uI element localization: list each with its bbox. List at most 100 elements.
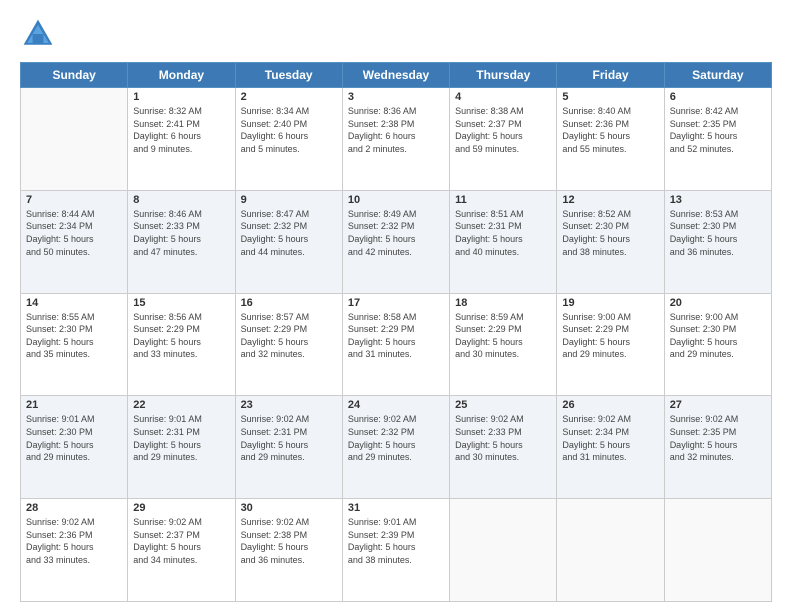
day-number: 21 (26, 399, 122, 411)
day-info: Sunrise: 9:02 AM Sunset: 2:31 PM Dayligh… (241, 413, 337, 463)
weekday-header-wednesday: Wednesday (342, 63, 449, 88)
weekday-header-tuesday: Tuesday (235, 63, 342, 88)
calendar-cell: 15 Sunrise: 8:56 AM Sunset: 2:29 PM Dayli… (128, 293, 235, 396)
day-info: Sunrise: 8:46 AM Sunset: 2:33 PM Dayligh… (133, 208, 229, 258)
day-info: Sunrise: 9:02 AM Sunset: 2:35 PM Dayligh… (670, 413, 766, 463)
day-info: Sunrise: 8:40 AM Sunset: 2:36 PM Dayligh… (562, 105, 658, 155)
calendar-cell: 25Sunrise: 9:02 AM Sunset: 2:33 PM Dayli… (450, 396, 557, 499)
day-info: Sunrise: 8:38 AM Sunset: 2:37 PM Dayligh… (455, 105, 551, 155)
day-info: Sunrise: 9:02 AM Sunset: 2:34 PM Dayligh… (562, 413, 658, 463)
logo-icon (20, 16, 56, 52)
calendar-table: SundayMondayTuesdayWednesdayThursdayFrid… (20, 62, 772, 602)
day-number: 8 (133, 194, 229, 206)
day-number: 14 (26, 297, 122, 309)
calendar-cell: 17 Sunrise: 8:58 AM Sunset: 2:29 PM Dayli… (342, 293, 449, 396)
day-info: Sunrise: 8:49 AM Sunset: 2:32 PM Dayligh… (348, 208, 444, 258)
day-info: Sunrise: 9:02 AM Sunset: 2:37 PM Dayligh… (133, 516, 229, 566)
weekday-header-monday: Monday (128, 63, 235, 88)
day-info: Sunrise: 8:58 AM Sunset: 2:29 PM Dayligh… (348, 311, 444, 361)
calendar-cell: 14 Sunrise: 8:55 AM Sunset: 2:30 PM Dayli… (21, 293, 128, 396)
day-info: Sunrise: 9:02 AM Sunset: 2:36 PM Dayligh… (26, 516, 122, 566)
day-info: Sunrise: 8:53 AM Sunset: 2:30 PM Dayligh… (670, 208, 766, 258)
weekday-header-row: SundayMondayTuesdayWednesdayThursdayFrid… (21, 63, 772, 88)
day-info: Sunrise: 9:01 AM Sunset: 2:39 PM Dayligh… (348, 516, 444, 566)
week-row-3: 14 Sunrise: 8:55 AM Sunset: 2:30 PM Dayli… (21, 293, 772, 396)
day-info: Sunrise: 8:52 AM Sunset: 2:30 PM Dayligh… (562, 208, 658, 258)
calendar-cell: 27 Sunrise: 9:02 AM Sunset: 2:35 PM Dayli… (664, 396, 771, 499)
calendar-cell: 6 Sunrise: 8:42 AM Sunset: 2:35 PM Daylig… (664, 88, 771, 191)
calendar-cell: 22Sunrise: 9:01 AM Sunset: 2:31 PM Dayli… (128, 396, 235, 499)
day-number: 16 (241, 297, 337, 309)
weekday-header-sunday: Sunday (21, 63, 128, 88)
day-info: Sunrise: 9:01 AM Sunset: 2:30 PM Dayligh… (26, 413, 122, 463)
day-info: Sunrise: 8:59 AM Sunset: 2:29 PM Dayligh… (455, 311, 551, 361)
day-number: 12 (562, 194, 658, 206)
calendar-cell (21, 88, 128, 191)
day-info: Sunrise: 8:56 AM Sunset: 2:29 PM Dayligh… (133, 311, 229, 361)
day-info: Sunrise: 8:36 AM Sunset: 2:38 PM Dayligh… (348, 105, 444, 155)
calendar-cell: 8 Sunrise: 8:46 AM Sunset: 2:33 PM Daylig… (128, 190, 235, 293)
day-info: Sunrise: 8:55 AM Sunset: 2:30 PM Dayligh… (26, 311, 122, 361)
header (20, 16, 772, 52)
day-info: Sunrise: 8:51 AM Sunset: 2:31 PM Dayligh… (455, 208, 551, 258)
day-number: 18 (455, 297, 551, 309)
day-info: Sunrise: 8:47 AM Sunset: 2:32 PM Dayligh… (241, 208, 337, 258)
day-info: Sunrise: 8:44 AM Sunset: 2:34 PM Dayligh… (26, 208, 122, 258)
day-number: 29 (133, 502, 229, 514)
logo (20, 16, 60, 52)
calendar-cell: 18 Sunrise: 8:59 AM Sunset: 2:29 PM Dayli… (450, 293, 557, 396)
day-info: Sunrise: 8:34 AM Sunset: 2:40 PM Dayligh… (241, 105, 337, 155)
day-number: 19 (562, 297, 658, 309)
day-number: 13 (670, 194, 766, 206)
day-info: Sunrise: 9:02 AM Sunset: 2:32 PM Dayligh… (348, 413, 444, 463)
day-number: 17 (348, 297, 444, 309)
day-number: 30 (241, 502, 337, 514)
calendar-cell: 20 Sunrise: 9:00 AM Sunset: 2:30 PM Dayli… (664, 293, 771, 396)
page: SundayMondayTuesdayWednesdayThursdayFrid… (0, 0, 792, 612)
day-info: Sunrise: 9:02 AM Sunset: 2:38 PM Dayligh… (241, 516, 337, 566)
day-number: 6 (670, 91, 766, 103)
calendar-cell: 7Sunrise: 8:44 AM Sunset: 2:34 PM Daylig… (21, 190, 128, 293)
day-info: Sunrise: 8:42 AM Sunset: 2:35 PM Dayligh… (670, 105, 766, 155)
calendar-cell: 5 Sunrise: 8:40 AM Sunset: 2:36 PM Daylig… (557, 88, 664, 191)
day-number: 28 (26, 502, 122, 514)
day-number: 5 (562, 91, 658, 103)
weekday-header-saturday: Saturday (664, 63, 771, 88)
calendar-cell: 24Sunrise: 9:02 AM Sunset: 2:32 PM Dayli… (342, 396, 449, 499)
calendar-cell: 1 Sunrise: 8:32 AM Sunset: 2:41 PM Daylig… (128, 88, 235, 191)
weekday-header-friday: Friday (557, 63, 664, 88)
calendar-cell: 21 Sunrise: 9:01 AM Sunset: 2:30 PM Dayli… (21, 396, 128, 499)
day-number: 15 (133, 297, 229, 309)
day-info: Sunrise: 9:00 AM Sunset: 2:29 PM Dayligh… (562, 311, 658, 361)
calendar-cell: 23 Sunrise: 9:02 AM Sunset: 2:31 PM Dayli… (235, 396, 342, 499)
calendar-cell (450, 499, 557, 602)
day-info: Sunrise: 9:00 AM Sunset: 2:30 PM Dayligh… (670, 311, 766, 361)
calendar-cell (664, 499, 771, 602)
day-number: 9 (241, 194, 337, 206)
calendar-cell: 16 Sunrise: 8:57 AM Sunset: 2:29 PM Dayli… (235, 293, 342, 396)
day-number: 22 (133, 399, 229, 411)
calendar-cell: 31 Sunrise: 9:01 AM Sunset: 2:39 PM Dayli… (342, 499, 449, 602)
day-number: 23 (241, 399, 337, 411)
week-row-1: 1 Sunrise: 8:32 AM Sunset: 2:41 PM Daylig… (21, 88, 772, 191)
week-row-2: 7Sunrise: 8:44 AM Sunset: 2:34 PM Daylig… (21, 190, 772, 293)
day-info: Sunrise: 8:57 AM Sunset: 2:29 PM Dayligh… (241, 311, 337, 361)
day-number: 26 (562, 399, 658, 411)
calendar-cell: 19 Sunrise: 9:00 AM Sunset: 2:29 PM Dayli… (557, 293, 664, 396)
day-number: 20 (670, 297, 766, 309)
day-info: Sunrise: 8:32 AM Sunset: 2:41 PM Dayligh… (133, 105, 229, 155)
calendar-cell: 3Sunrise: 8:36 AM Sunset: 2:38 PM Daylig… (342, 88, 449, 191)
calendar-cell: 30 Sunrise: 9:02 AM Sunset: 2:38 PM Dayli… (235, 499, 342, 602)
day-number: 1 (133, 91, 229, 103)
calendar-cell: 11Sunrise: 8:51 AM Sunset: 2:31 PM Dayli… (450, 190, 557, 293)
calendar-cell: 10Sunrise: 8:49 AM Sunset: 2:32 PM Dayli… (342, 190, 449, 293)
week-row-5: 28 Sunrise: 9:02 AM Sunset: 2:36 PM Dayli… (21, 499, 772, 602)
calendar-cell: 29 Sunrise: 9:02 AM Sunset: 2:37 PM Dayli… (128, 499, 235, 602)
calendar-cell: 9 Sunrise: 8:47 AM Sunset: 2:32 PM Daylig… (235, 190, 342, 293)
calendar-cell: 13 Sunrise: 8:53 AM Sunset: 2:30 PM Dayli… (664, 190, 771, 293)
day-number: 27 (670, 399, 766, 411)
calendar-cell (557, 499, 664, 602)
week-row-4: 21 Sunrise: 9:01 AM Sunset: 2:30 PM Dayli… (21, 396, 772, 499)
weekday-header-thursday: Thursday (450, 63, 557, 88)
day-number: 31 (348, 502, 444, 514)
